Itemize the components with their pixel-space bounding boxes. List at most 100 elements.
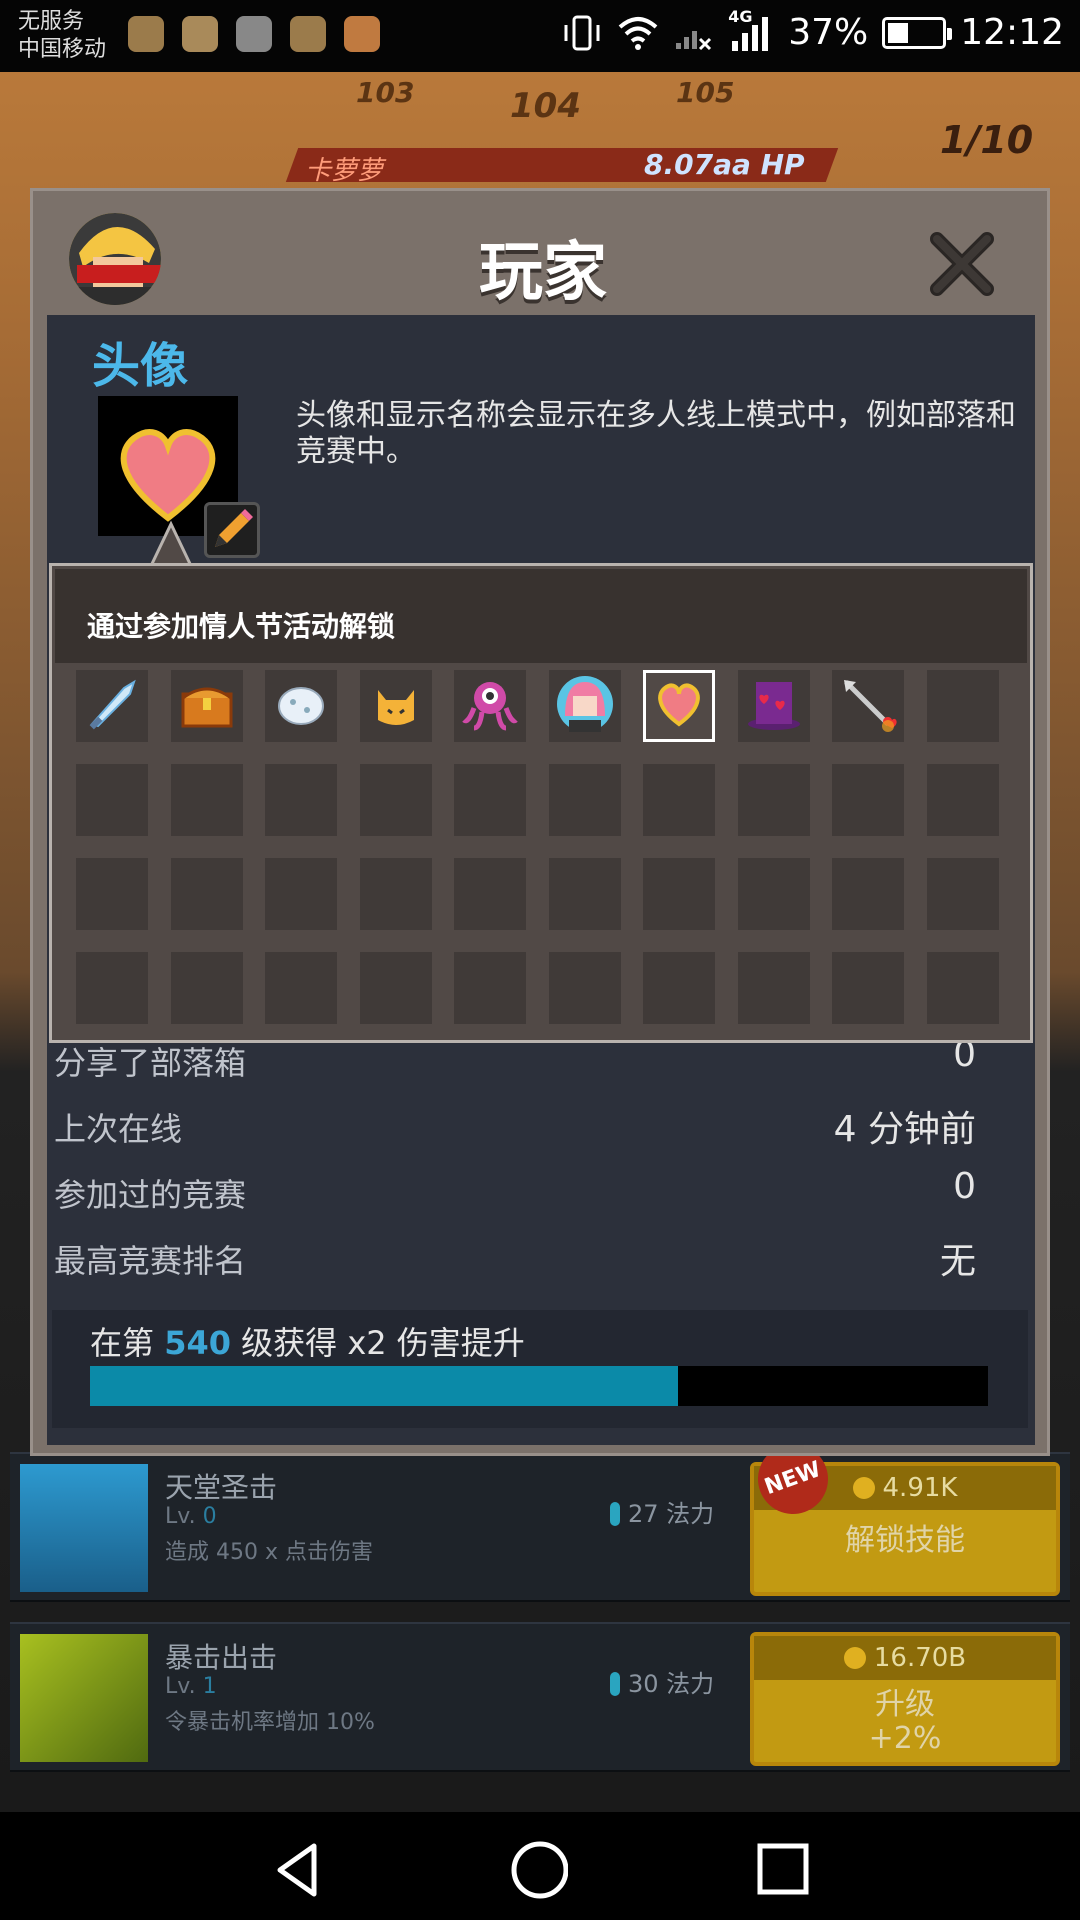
back-icon[interactable] — [270, 1840, 330, 1900]
avatar-slot-empty — [359, 858, 432, 930]
skill-row[interactable]: 暴击出击 Lv. 1 令暴击机率增加 10% 30 法力 16.70B 升级 +… — [10, 1622, 1070, 1772]
avatar-slot-empty — [548, 764, 621, 836]
dialog-title: 玩家 — [479, 236, 607, 310]
avatar-slot-empty — [265, 858, 337, 930]
damage-bonus-progress — [90, 1366, 988, 1406]
skill-mana: 27 法力 — [610, 1494, 714, 1529]
stat-value: 0 — [953, 1166, 976, 1207]
stat-value: 4 分钟前 — [833, 1109, 976, 1150]
avatar-slot-empty — [926, 952, 999, 1024]
egg-icon — [273, 676, 329, 736]
avatar-slot-empty — [643, 952, 715, 1024]
avatar-slot-empty — [643, 858, 715, 930]
stat-row: 上次在线 4 分钟前 — [54, 1094, 976, 1154]
avatar-slot-empty — [265, 764, 337, 836]
skill-name: 天堂圣击 — [165, 1471, 278, 1504]
avatar-slot-empty — [737, 858, 810, 930]
skill-row[interactable]: 天堂圣击 Lv. 0 造成 450 x 点击伤害 27 法力 4.91K 解锁技… — [10, 1434, 1070, 1602]
avatar-slot-empty — [832, 764, 904, 836]
clock: 12:12 — [960, 12, 1064, 53]
selector-pointer — [148, 520, 194, 568]
boss-hp-value: 8.07aa HP — [644, 148, 805, 181]
vibrate-icon — [564, 15, 600, 50]
settings-icon — [344, 16, 380, 52]
status-bar: 无服务 中国移动 4G 37% 12:12 — [0, 0, 1080, 72]
avatar-slot-empty — [643, 764, 715, 836]
avatar-slot-empty — [359, 764, 432, 836]
avatar-slot-empty — [926, 670, 999, 742]
avatar-slot-empty — [76, 858, 148, 930]
heart-icon — [651, 676, 707, 736]
avatar-option[interactable] — [359, 670, 432, 742]
skill-mana: 30 法力 — [610, 1664, 714, 1699]
damage-bonus-panel: 在第 540 级获得 x2 伤害提升 — [52, 1310, 1028, 1428]
heart-top-hat-icon — [744, 674, 804, 738]
avatar-slot-empty — [76, 764, 148, 836]
stage-number: 103 — [356, 76, 415, 109]
avatar-option[interactable] — [76, 670, 148, 742]
avatar-option[interactable] — [170, 670, 243, 742]
close-button[interactable] — [927, 229, 997, 299]
avatar-slot-empty — [454, 858, 526, 930]
avatar-section-title: 头像 — [92, 338, 189, 394]
stage-progress: 1/10 — [940, 118, 1034, 162]
stage-number: 104 — [510, 86, 581, 126]
avatar-slot-empty — [832, 952, 904, 1024]
selector-header: 通过参加情人节活动解锁 — [55, 569, 1027, 663]
avatar-slot-empty — [548, 858, 621, 930]
avatar-option[interactable] — [265, 670, 337, 742]
damage-bonus-text: 在第 540 级获得 x2 伤害提升 — [90, 1324, 525, 1362]
stat-label: 最高竞赛排名 — [54, 1242, 247, 1280]
avatar-selector: 通过参加情人节活动解锁 — [49, 563, 1033, 1043]
avatar-option[interactable] — [548, 670, 621, 742]
avatar-slot-empty — [454, 952, 526, 1024]
pink-hair-girl-icon — [555, 674, 615, 738]
signal-4g-icon: 4G — [728, 7, 774, 53]
cupid-arrow-icon — [838, 674, 898, 738]
health-app-icon — [290, 16, 326, 52]
sword-skill-icon — [20, 1634, 148, 1762]
stage-number: 105 — [676, 76, 735, 109]
pencil-icon — [215, 509, 253, 547]
avatar-slot-empty — [170, 858, 243, 930]
edit-avatar-button[interactable] — [204, 502, 260, 558]
upgrade-amount: +2% — [868, 1721, 942, 1756]
avatar-slot-empty — [265, 952, 337, 1024]
signal-no-sim-icon — [676, 30, 712, 50]
skill-cost: 16.70B — [754, 1636, 1056, 1680]
stat-label: 分享了部落箱 — [54, 1044, 247, 1082]
progress-fill — [90, 1366, 679, 1406]
health-app-icon — [128, 16, 164, 52]
home-icon[interactable] — [508, 1840, 568, 1900]
avatar-option[interactable] — [737, 670, 810, 742]
battery-percent: 37% — [788, 12, 869, 53]
carrier-line-1: 无服务 — [18, 9, 85, 34]
recent-apps-icon[interactable] — [752, 1840, 812, 1900]
stat-value: 无 — [939, 1241, 976, 1282]
skill-description: 令暴击机率增加 10% — [165, 1710, 375, 1735]
carrier-line-2: 中国移动 — [18, 37, 107, 62]
avatar-slot-empty — [926, 858, 999, 930]
boss-name: 卡萝萝 — [305, 156, 384, 186]
avatar-option[interactable] — [643, 670, 715, 742]
angel-skill-icon — [20, 1464, 148, 1592]
navigation-bar — [0, 1812, 1080, 1920]
avatar-slot-empty — [737, 764, 810, 836]
avatar-slot-empty — [454, 764, 526, 836]
stat-label: 参加过的竞赛 — [54, 1176, 247, 1214]
status-right: 4G 37% 12:12 — [562, 7, 1064, 53]
avatar-slot-empty — [170, 764, 243, 836]
gallery-icon — [182, 16, 218, 52]
battery-icon — [882, 16, 953, 49]
skill-description: 造成 450 x 点击伤害 — [165, 1540, 373, 1565]
avatar-slot-empty — [548, 952, 621, 1024]
avatar-option[interactable] — [454, 670, 526, 742]
upgrade-skill-button[interactable]: 16.70B 升级 +2% — [750, 1632, 1060, 1766]
avatar-option[interactable] — [832, 670, 904, 742]
carrier-info: 无服务 中国移动 — [18, 8, 106, 64]
stat-label: 上次在线 — [54, 1110, 183, 1148]
skill-name: 暴击出击 — [165, 1641, 278, 1674]
close-icon — [930, 232, 994, 296]
unlock-hint: 通过参加情人节活动解锁 — [87, 610, 396, 643]
stat-row: 参加过的竞赛 0 — [54, 1160, 976, 1220]
